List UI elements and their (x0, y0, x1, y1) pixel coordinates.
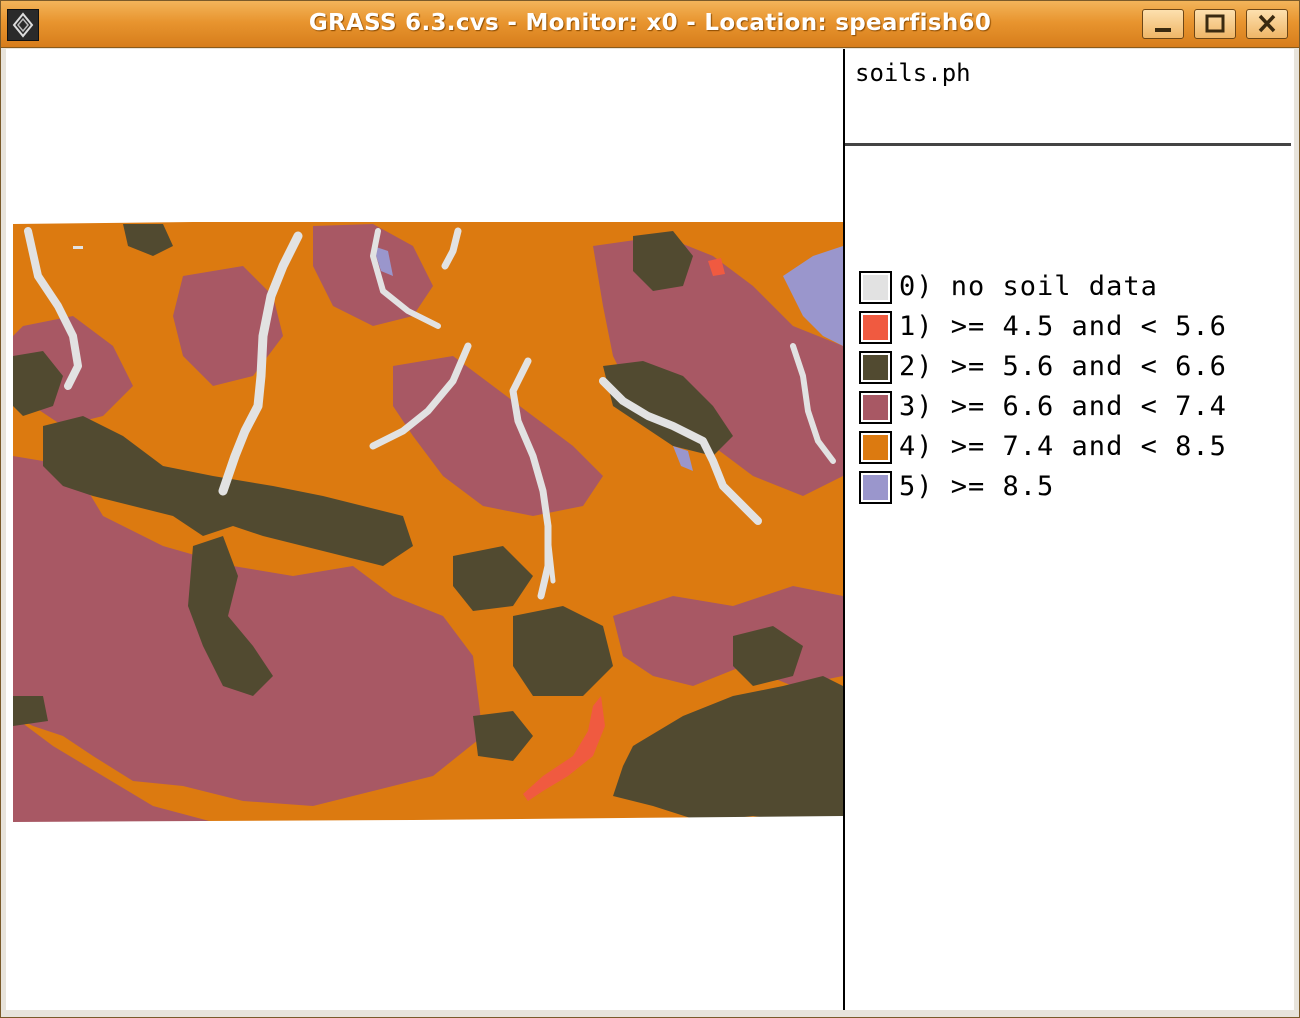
monitor-canvas[interactable]: soils.ph 0) no soil data 1) >= 4.5 and <… (6, 49, 1294, 1010)
legend-item: 4) >= 7.4 and < 8.5 (859, 429, 1289, 469)
legend-swatch (859, 311, 892, 344)
legend-label: 1) >= 4.5 and < 5.6 (899, 311, 1227, 342)
legend-label: 3) >= 6.6 and < 7.4 (899, 391, 1227, 422)
legend-label: 5) >= 8.5 (899, 471, 1055, 502)
legend-item: 2) >= 5.6 and < 6.6 (859, 349, 1289, 389)
minimize-button[interactable] (1142, 9, 1184, 39)
legend-label: 4) >= 7.4 and < 8.5 (899, 431, 1227, 462)
legend-label: 2) >= 5.6 and < 6.6 (899, 351, 1227, 382)
title-bar[interactable]: GRASS 6.3.cvs - Monitor: x0 - Location: … (1, 1, 1299, 48)
legend-item: 5) >= 8.5 (859, 469, 1289, 509)
panel-divider (843, 49, 845, 1010)
maximize-icon (1205, 14, 1225, 33)
legend-swatch (859, 431, 892, 464)
soil-ph-raster-map[interactable] (13, 216, 843, 828)
legend-item: 3) >= 6.6 and < 7.4 (859, 389, 1289, 429)
minimize-icon (1155, 28, 1171, 32)
map-zone-ph-5-6 (13, 696, 48, 726)
legend-label: 0) no soil data (899, 271, 1158, 302)
close-icon (1258, 14, 1276, 33)
window-title: GRASS 6.3.cvs - Monitor: x0 - Location: … (308, 10, 992, 36)
legend-swatch (859, 471, 892, 504)
grass-monitor-window: GRASS 6.3.cvs - Monitor: x0 - Location: … (0, 0, 1300, 1018)
maximize-button[interactable] (1194, 9, 1236, 39)
legend-title: soils.ph (855, 59, 971, 87)
legend: 0) no soil data 1) >= 4.5 and < 5.6 2) >… (859, 269, 1289, 509)
legend-swatch (859, 271, 892, 304)
legend-swatch (859, 351, 892, 384)
legend-item: 0) no soil data (859, 269, 1289, 309)
map-frame[interactable] (6, 49, 843, 1010)
legend-divider (845, 143, 1291, 146)
legend-swatch (859, 391, 892, 424)
map-zone-no-data (73, 246, 83, 249)
legend-item: 1) >= 4.5 and < 5.6 (859, 309, 1289, 349)
close-button[interactable] (1246, 9, 1288, 39)
